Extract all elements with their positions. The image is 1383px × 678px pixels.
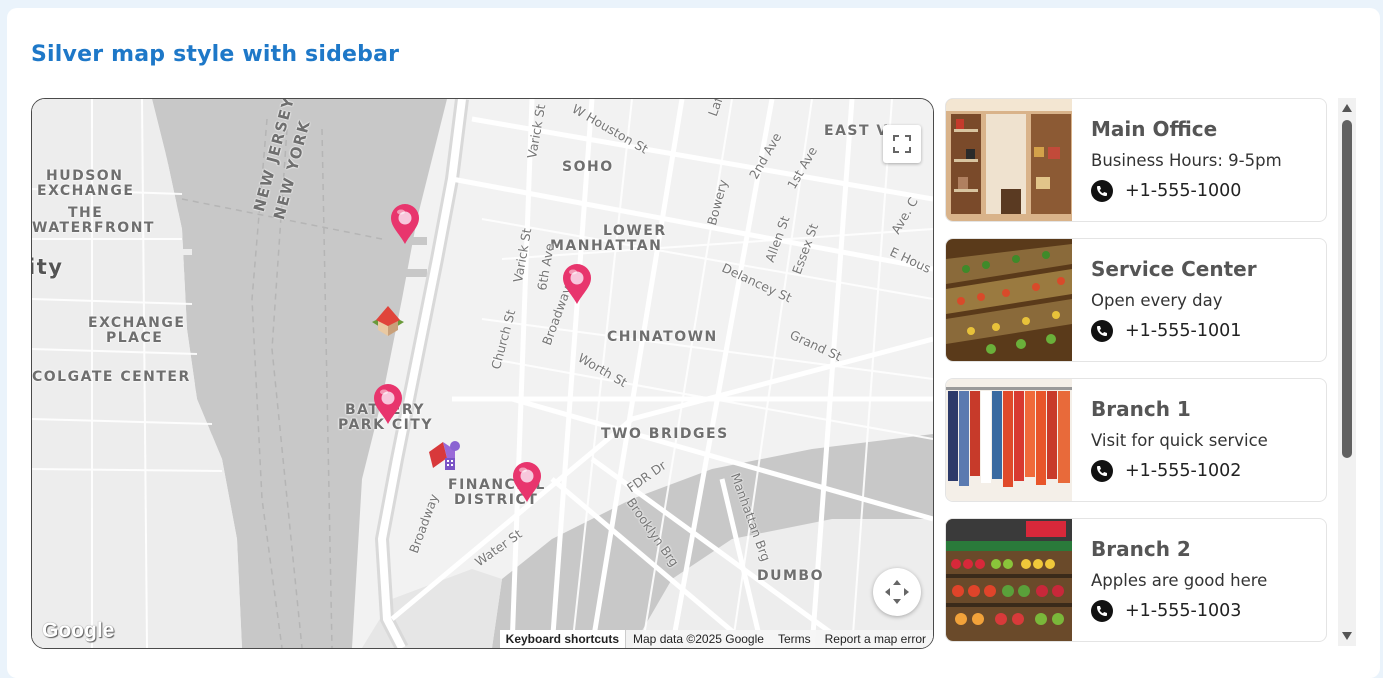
google-logo: Google (42, 619, 115, 642)
keyboard-shortcuts-link[interactable]: Keyboard shortcuts (499, 630, 627, 648)
location-description: Open every day (1091, 291, 1223, 310)
location-phone: +1-555-1001 (1125, 321, 1242, 341)
label-exchange-place-2: PLACE (106, 330, 164, 346)
location-card[interactable]: Branch 2 Apples are good here +1-555-100… (945, 518, 1327, 642)
scrollbar-thumb[interactable] (1342, 120, 1352, 458)
label-hudson: HUDSON (46, 168, 124, 184)
location-name: Main Office (1091, 117, 1218, 141)
sidebar-scrollbar[interactable] (1338, 98, 1356, 646)
label-exchange-place-1: EXCHANGE (88, 315, 186, 331)
location-phone-row[interactable]: +1-555-1001 (1091, 320, 1241, 342)
fullscreen-icon (893, 135, 911, 153)
label-the: THE (68, 205, 104, 221)
label-colgate: COLGATE CENTER (32, 369, 191, 385)
building-marker-icon[interactable] (425, 438, 465, 474)
location-marker-2[interactable] (561, 263, 593, 305)
pan-arrows-icon (885, 580, 909, 604)
house-marker-icon[interactable] (368, 302, 408, 338)
map-attribution-bar: Keyboard shortcuts Map data ©2025 Google… (499, 630, 933, 648)
label-two-bridges: TWO BRIDGES (601, 426, 729, 442)
terms-link[interactable]: Terms (771, 632, 818, 646)
scroll-up-arrow-icon (1342, 104, 1352, 112)
scroll-up-button[interactable] (1338, 100, 1356, 116)
grocery-aisle-photo (946, 239, 1072, 361)
location-phone-row[interactable]: +1-555-1002 (1091, 460, 1241, 482)
map-data-text: Map data ©2025 Google (633, 632, 764, 646)
location-phone-row[interactable]: +1-555-1000 (1091, 180, 1241, 202)
location-description: Business Hours: 9-5pm (1091, 151, 1282, 170)
location-phone: +1-555-1000 (1125, 181, 1242, 201)
location-marker-1[interactable] (389, 203, 421, 245)
report-error-link[interactable]: Report a map error (818, 632, 933, 646)
scroll-down-button[interactable] (1338, 628, 1356, 644)
label-waterfront: WATERFRONT (32, 220, 155, 236)
camera-control-button[interactable] (873, 568, 921, 616)
fullscreen-button[interactable] (883, 125, 921, 163)
label-manhattan: MANHATTAN (550, 238, 663, 254)
phone-icon (1091, 180, 1113, 202)
label-chinatown: CHINATOWN (607, 329, 718, 345)
location-phone-row[interactable]: +1-555-1003 (1091, 600, 1241, 622)
map-canvas[interactable]: HUDSON EXCHANGE THE WATERFRONT ity EXCHA… (31, 98, 934, 649)
label-soho: SOHO (562, 159, 614, 175)
location-card[interactable]: Branch 1 Visit for quick service +1-555-… (945, 378, 1327, 502)
location-card[interactable]: Service Center Open every day +1-555-100… (945, 238, 1327, 362)
location-description: Visit for quick service (1091, 431, 1268, 450)
location-description: Apples are good here (1091, 571, 1268, 590)
label-exchange: EXCHANGE (37, 183, 135, 199)
location-marker-4[interactable] (511, 461, 543, 503)
produce-market-photo (946, 519, 1072, 641)
phone-icon (1091, 320, 1113, 342)
location-sidebar: Main Office Business Hours: 9-5pm +1-555… (945, 98, 1327, 646)
label-dumbo: DUMBO (757, 568, 824, 584)
page-title: Silver map style with sidebar (31, 42, 400, 67)
location-phone: +1-555-1003 (1125, 601, 1242, 621)
clothing-rack-photo (946, 379, 1072, 501)
phone-icon (1091, 460, 1113, 482)
location-marker-3[interactable] (372, 383, 404, 425)
location-name: Service Center (1091, 257, 1257, 281)
scroll-down-arrow-icon (1342, 632, 1352, 640)
location-name: Branch 2 (1091, 537, 1191, 561)
location-name: Branch 1 (1091, 397, 1191, 421)
label-city: ity (31, 255, 64, 279)
boutique-photo (946, 99, 1072, 221)
label-east-village: EAST V (824, 123, 889, 139)
location-card[interactable]: Main Office Business Hours: 9-5pm +1-555… (945, 98, 1327, 222)
label-lower: LOWER (603, 223, 667, 239)
location-phone: +1-555-1002 (1125, 461, 1242, 481)
phone-icon (1091, 600, 1113, 622)
